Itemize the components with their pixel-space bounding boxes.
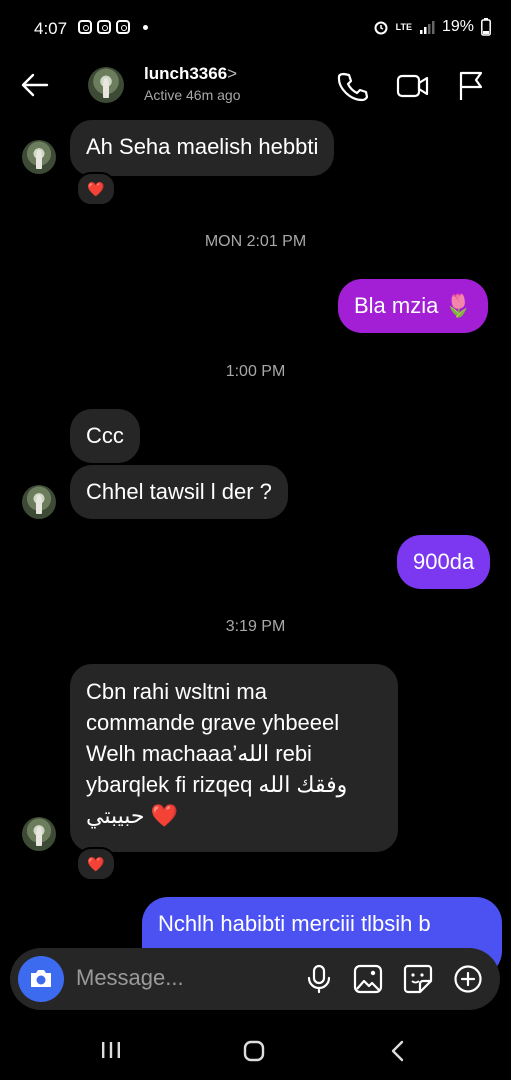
flag-icon[interactable] — [456, 70, 486, 102]
message-input[interactable]: Message... — [76, 965, 184, 991]
microphone-icon[interactable] — [304, 964, 334, 994]
battery-percent: 19% — [441, 18, 474, 35]
incoming-message[interactable]: Chhel tawsil l der ? — [70, 465, 288, 519]
chat-header: lunch3366> Active 46m ago — [0, 58, 511, 116]
notification-icons — [78, 20, 148, 34]
instagram-notification-icon — [78, 20, 92, 34]
message-line: حبيبتي ❤️ — [86, 803, 179, 828]
status-right: LTE 19% — [373, 18, 491, 36]
recent-apps-icon[interactable] — [100, 1040, 122, 1060]
sender-avatar[interactable] — [22, 817, 56, 851]
heart-reaction[interactable]: ❤️ — [76, 847, 116, 881]
timestamp: 3:19 PM — [225, 618, 286, 635]
battery-icon — [481, 18, 491, 36]
camera-icon — [31, 970, 51, 987]
avatar[interactable] — [88, 67, 124, 103]
plus-circle-icon[interactable] — [453, 964, 483, 994]
signal-icon — [419, 21, 435, 34]
back-nav-icon[interactable] — [388, 1040, 408, 1062]
chevron-right-icon: > — [227, 64, 238, 83]
image-icon[interactable] — [353, 964, 383, 994]
username[interactable]: lunch3366> — [144, 64, 237, 84]
camera-button[interactable] — [18, 956, 64, 1002]
active-status: Active 46m ago — [144, 87, 241, 103]
message-line: Welh machaaa’الله rebi — [86, 741, 312, 766]
message-line: ybarqlek fi rizqeq وفقك الله — [86, 772, 348, 797]
home-icon[interactable] — [243, 1040, 265, 1062]
message-composer: Message... — [10, 948, 500, 1010]
timestamp: MON 2:01 PM — [204, 233, 307, 250]
sender-avatar[interactable] — [22, 485, 56, 519]
video-camera-icon[interactable] — [396, 70, 430, 102]
incoming-message[interactable]: Ccc — [70, 409, 140, 463]
outgoing-message[interactable]: 900da — [397, 535, 491, 589]
sender-avatar[interactable] — [22, 140, 56, 174]
status-time: 4:07 — [34, 19, 68, 38]
incoming-message[interactable]: Ah Seha maelish hebbti — [70, 120, 335, 176]
message-line: commande grave yhbeeel — [86, 710, 340, 735]
alarm-icon — [374, 21, 388, 35]
incoming-message[interactable]: Cbn rahi wsltni ma commande grave yhbeee… — [70, 664, 398, 852]
phone-icon[interactable] — [336, 70, 368, 102]
network-type: LTE — [395, 22, 412, 32]
sticker-icon[interactable] — [403, 964, 433, 994]
system-navigation-bar — [0, 1012, 511, 1080]
status-bar: 4:07 LTE 19% — [0, 0, 511, 58]
arrow-left-icon[interactable] — [20, 70, 50, 100]
outgoing-message[interactable]: Bla mzia 🌷 — [338, 279, 488, 333]
more-notifications-dot — [143, 24, 148, 30]
instagram-notification-icon — [116, 20, 130, 34]
heart-reaction[interactable]: ❤️ — [76, 172, 116, 206]
message-line: Cbn rahi wsltni ma — [86, 679, 267, 704]
instagram-notification-icon — [97, 20, 111, 34]
timestamp: 1:00 PM — [225, 363, 286, 380]
